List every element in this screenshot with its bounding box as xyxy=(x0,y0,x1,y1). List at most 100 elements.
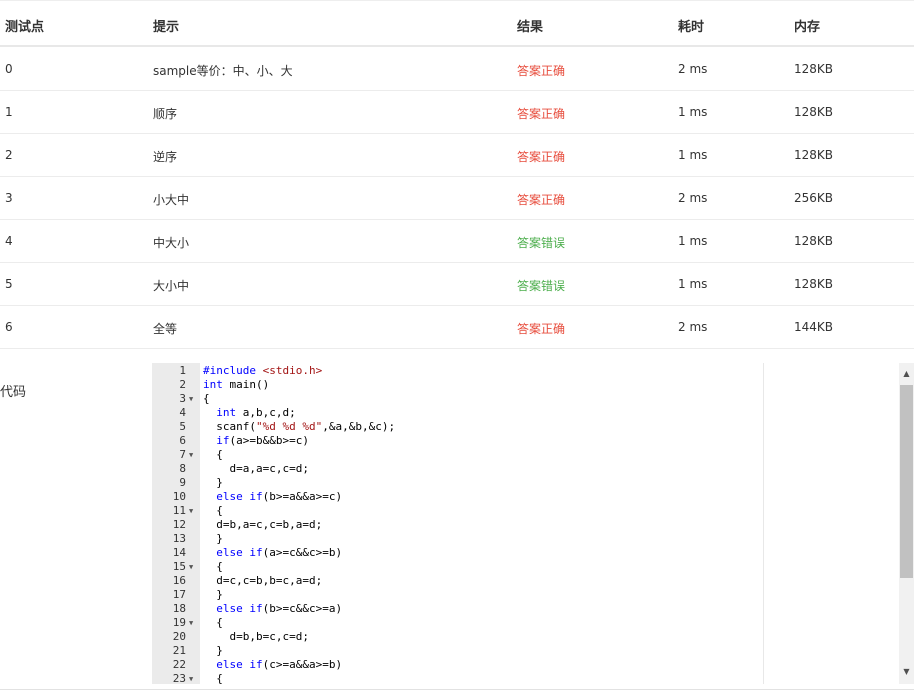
cell-testpoint: 4 xyxy=(5,234,13,248)
code-text: else if(b>=c&&c>=a) xyxy=(216,602,343,615)
code-text: #include <stdio.h> xyxy=(203,364,323,377)
line-number: 20 xyxy=(172,630,186,643)
code-line: 20 d=b,b=c,c=d; xyxy=(152,630,892,644)
code-line: 22 else if(c>=a&&a>=b) xyxy=(152,658,892,672)
cell-hint: 顺序 xyxy=(153,107,178,121)
code-text: } xyxy=(203,644,223,657)
code-text: else if(c>=a&&a>=b) xyxy=(216,658,343,671)
code-text: { xyxy=(203,392,210,405)
line-number: 15 xyxy=(172,560,186,573)
bottom-border xyxy=(0,689,914,690)
line-number: 8 xyxy=(179,462,186,475)
result-badge: 答案正确 xyxy=(517,150,566,164)
fold-arrow-icon[interactable]: ▼ xyxy=(189,560,193,574)
cell-testpoint: 2 xyxy=(5,148,13,162)
table-row: 3 小大中 答案正确 2 ms 256KB xyxy=(0,177,914,220)
cell-testpoint: 3 xyxy=(5,191,13,205)
header-time: 耗时 xyxy=(678,20,705,35)
line-number: 3 xyxy=(179,392,186,405)
line-number: 11 xyxy=(172,504,186,517)
scroll-up-icon[interactable]: ▲ xyxy=(899,369,914,379)
cell-hint: 逆序 xyxy=(153,150,178,164)
code-line: 21 } xyxy=(152,644,892,658)
line-number: 2 xyxy=(179,378,186,391)
line-number: 9 xyxy=(179,476,186,489)
code-text: else if(b>=a&&a>=c) xyxy=(216,490,343,503)
line-number: 19 xyxy=(172,616,186,629)
scroll-down-icon[interactable]: ▼ xyxy=(899,667,914,677)
code-line: 14 else if(a>=c&&c>=b) xyxy=(152,546,892,560)
fold-arrow-icon[interactable]: ▼ xyxy=(189,504,193,518)
code-line: 19 ▼ { xyxy=(152,616,892,630)
code-text: { xyxy=(203,616,223,629)
code-line: 17 } xyxy=(152,588,892,602)
cell-memory: 128KB xyxy=(794,148,834,162)
table-header: 测试点 提示 结果 耗时 内存 xyxy=(0,1,914,47)
line-number: 22 xyxy=(172,658,186,671)
table-row: 2 逆序 答案正确 1 ms 128KB xyxy=(0,134,914,177)
fold-arrow-icon[interactable]: ▼ xyxy=(189,392,193,406)
cell-hint: 中大小 xyxy=(153,236,190,250)
cell-memory: 144KB xyxy=(794,320,834,334)
cell-time: 2 ms xyxy=(678,320,708,334)
code-text: } xyxy=(203,588,223,601)
code-label: 代码 xyxy=(0,385,27,400)
code-text: else if(a>=c&&c>=b) xyxy=(216,546,343,559)
fold-arrow-icon[interactable]: ▼ xyxy=(189,672,193,684)
result-badge: 答案正确 xyxy=(517,64,566,78)
code-line: 1 #include <stdio.h> xyxy=(152,364,892,378)
code-text: int a,b,c,d; xyxy=(216,406,296,419)
fold-arrow-icon[interactable]: ▼ xyxy=(189,448,193,462)
code-text: } xyxy=(203,532,223,545)
code-line: 4 int a,b,c,d; xyxy=(152,406,892,420)
result-badge: 答案正确 xyxy=(517,193,566,207)
code-text: int main() xyxy=(203,378,270,391)
table-row: 6 全等 答案正确 2 ms 144KB xyxy=(0,306,914,349)
cell-memory: 128KB xyxy=(794,234,834,248)
code-line: 10 else if(b>=a&&a>=c) xyxy=(152,490,892,504)
table-row: 1 顺序 答案正确 1 ms 128KB xyxy=(0,91,914,134)
cell-hint: sample等价：中、小、大 xyxy=(153,64,293,78)
cell-memory: 128KB xyxy=(794,62,834,76)
line-number: 6 xyxy=(179,434,186,447)
line-number: 17 xyxy=(172,588,186,601)
header-testpoint: 测试点 xyxy=(5,20,45,35)
line-number: 23 xyxy=(172,672,186,684)
line-number: 4 xyxy=(179,406,186,419)
code-text: scanf("%d %d %d",&a,&b,&c); xyxy=(203,420,396,433)
code-line: 16 d=c,c=b,b=c,a=d; xyxy=(152,574,892,588)
line-number: 10 xyxy=(172,490,186,503)
code-text: { xyxy=(203,672,223,684)
code-text: d=b,b=c,c=d; xyxy=(203,630,309,643)
cell-hint: 大小中 xyxy=(153,279,190,293)
header-hint: 提示 xyxy=(153,20,180,35)
code-line: 8 d=a,a=c,c=d; xyxy=(152,462,892,476)
cell-time: 1 ms xyxy=(678,277,708,291)
code-text: d=a,a=c,c=d; xyxy=(203,462,309,475)
code-line: 11 ▼ { xyxy=(152,504,892,518)
table-row: 5 大小中 答案错误 1 ms 128KB xyxy=(0,263,914,306)
cell-testpoint: 6 xyxy=(5,320,13,334)
editor-scrollbar[interactable]: ▲ ▼ xyxy=(899,363,914,684)
cell-memory: 128KB xyxy=(794,105,834,119)
code-text: d=c,c=b,b=c,a=d; xyxy=(203,574,323,587)
cell-time: 2 ms xyxy=(678,62,708,76)
code-line: 13 } xyxy=(152,532,892,546)
header-result: 结果 xyxy=(517,20,544,35)
code-line: 5 scanf("%d %d %d",&a,&b,&c); xyxy=(152,420,892,434)
line-number: 12 xyxy=(172,518,186,531)
code-text: } xyxy=(203,476,223,489)
code-line: 9 } xyxy=(152,476,892,490)
result-badge: 答案错误 xyxy=(517,236,566,250)
cell-time: 1 ms xyxy=(678,148,708,162)
fold-arrow-icon[interactable]: ▼ xyxy=(189,616,193,630)
code-editor[interactable]: 1 #include <stdio.h> 2 int main() 3 ▼{4 int a… xyxy=(152,363,914,684)
cell-testpoint: 1 xyxy=(5,105,13,119)
scroll-thumb[interactable] xyxy=(900,385,913,578)
table-row: 4 中大小 答案错误 1 ms 128KB xyxy=(0,220,914,263)
cell-testpoint: 0 xyxy=(5,62,13,76)
code-text: { xyxy=(203,448,223,461)
code-line: 3 ▼ { xyxy=(152,392,892,406)
line-number: 5 xyxy=(179,420,186,433)
code-line: 18 else if(b>=c&&c>=a) xyxy=(152,602,892,616)
